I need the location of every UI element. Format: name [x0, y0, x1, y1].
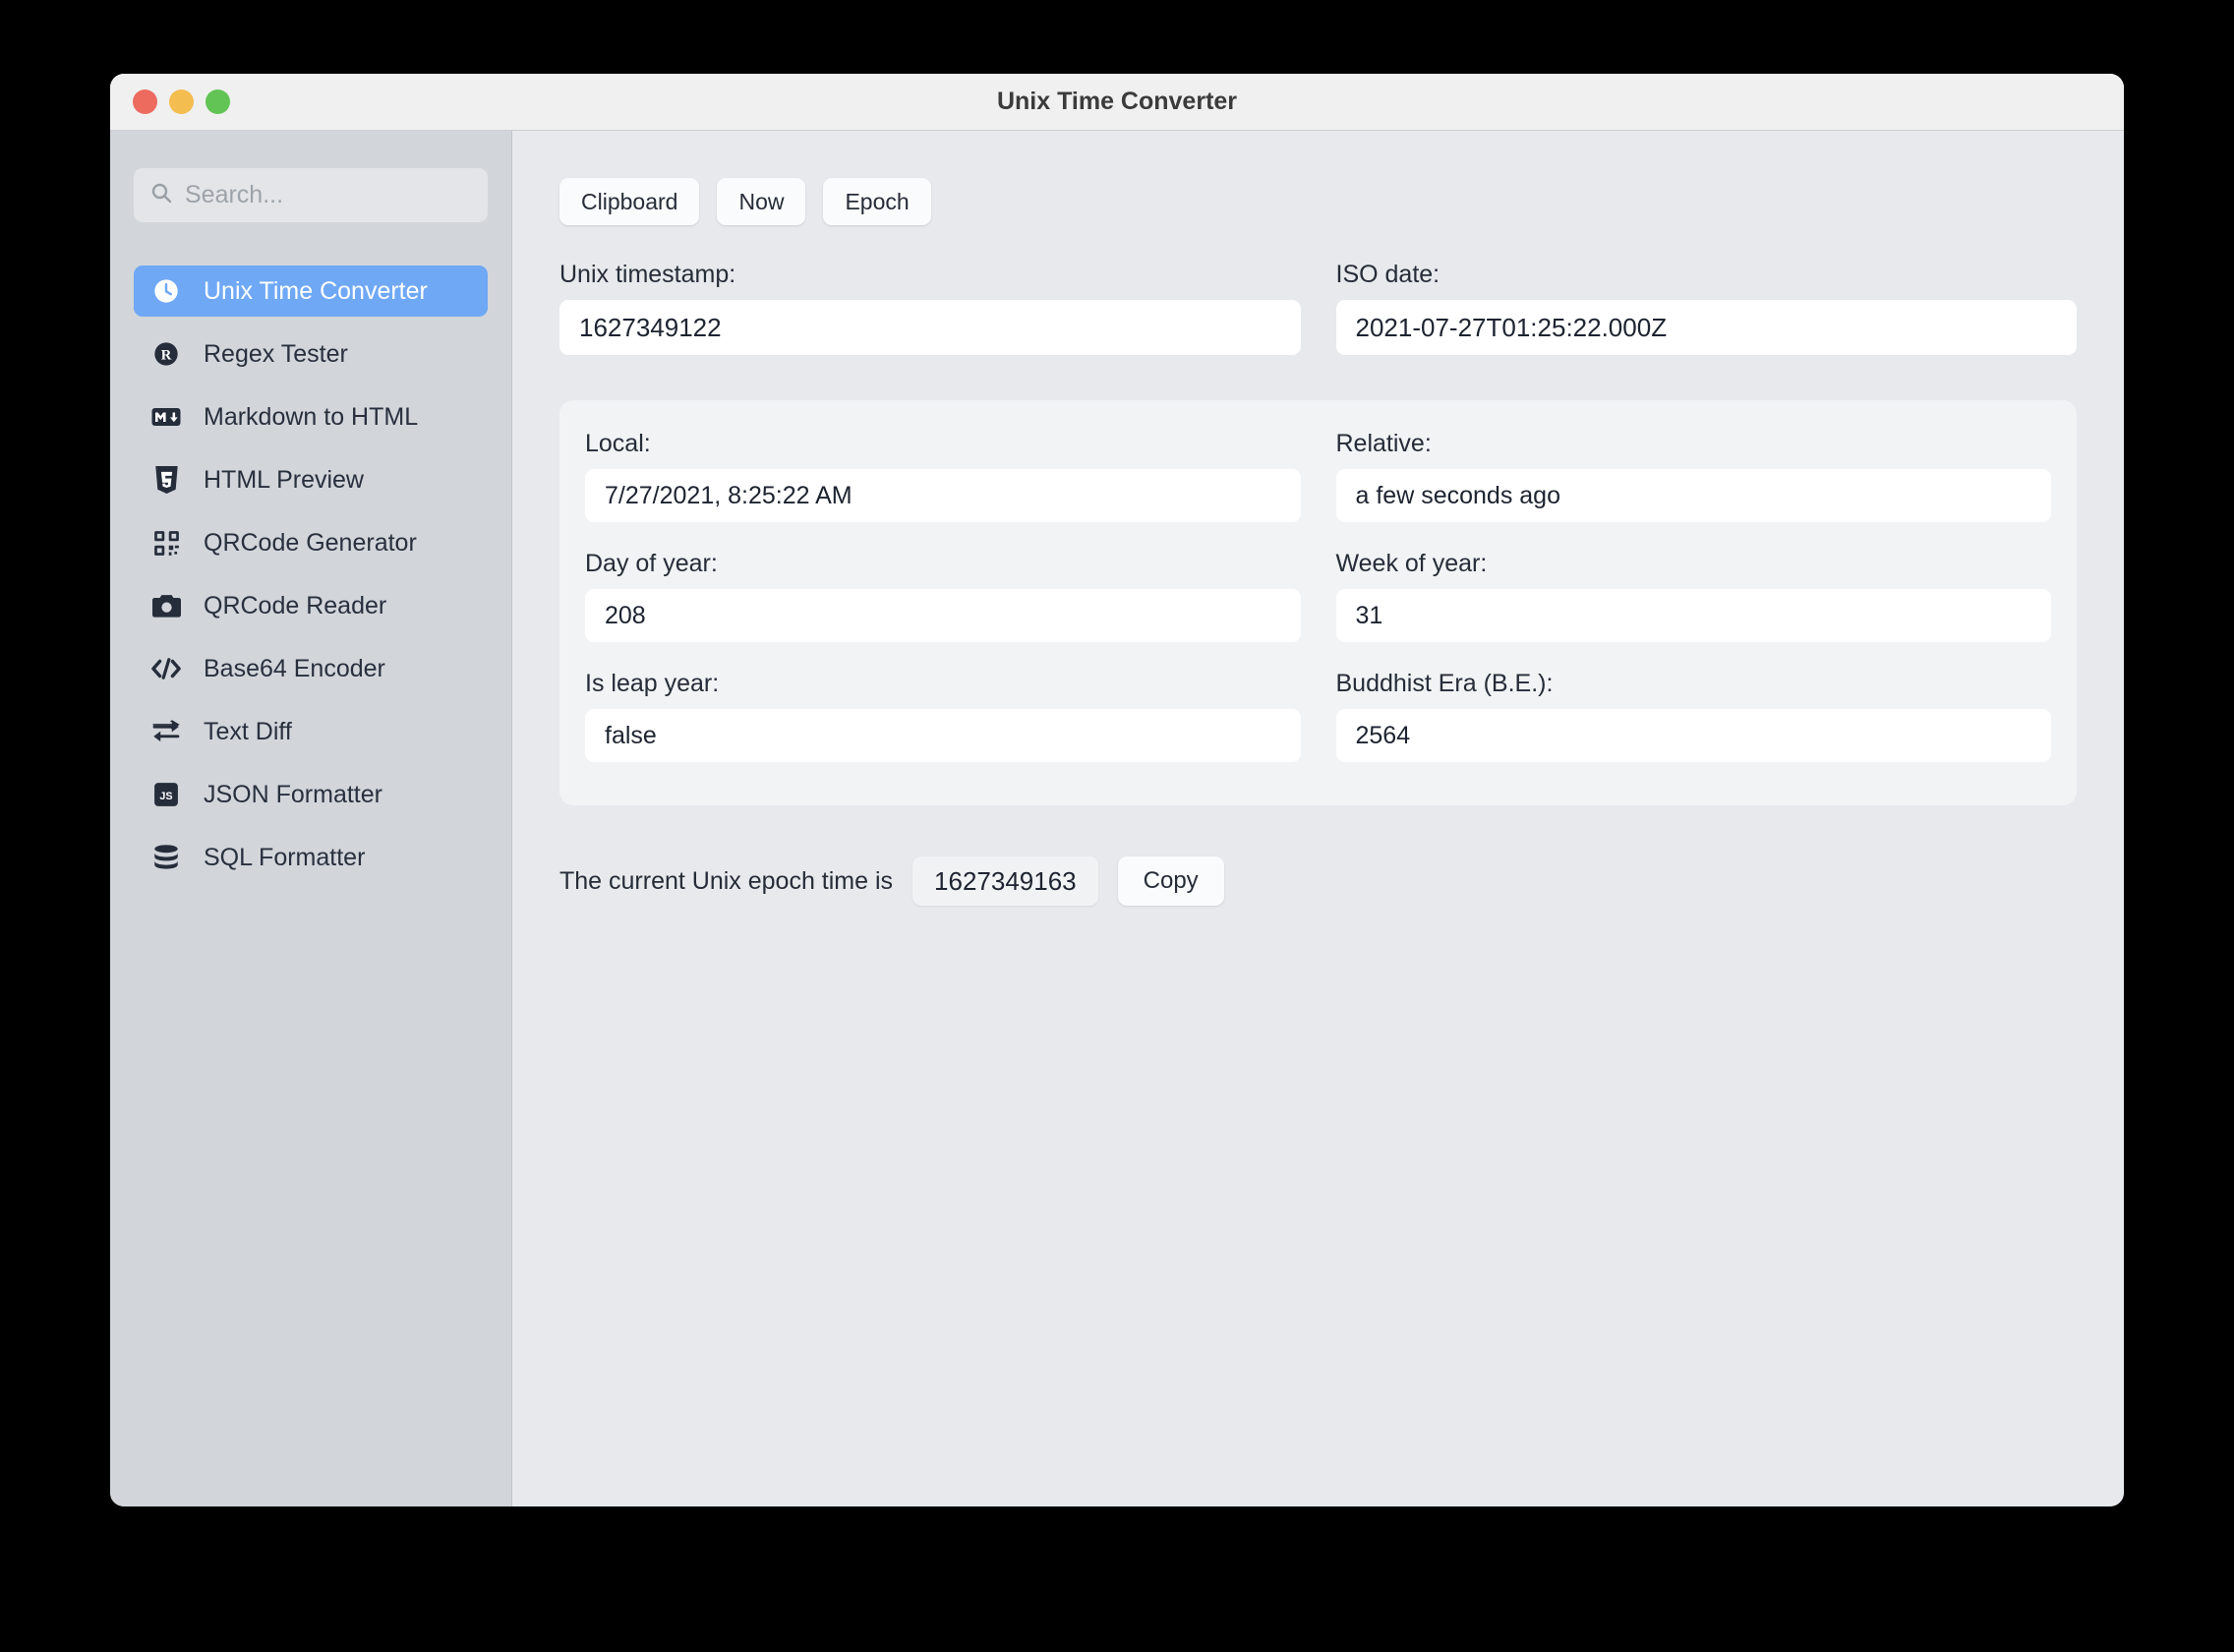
search-input[interactable] — [185, 181, 472, 209]
iso-date-input[interactable] — [1335, 300, 2077, 355]
relative-label: Relative: — [1335, 430, 1432, 457]
now-button[interactable]: Now — [717, 178, 806, 225]
sidebar-item-text-diff[interactable]: Text Diff — [134, 706, 488, 757]
week-of-year-label: Week of year: — [1335, 550, 1488, 577]
local-label: Local: — [585, 430, 651, 457]
copy-button[interactable]: Copy — [1117, 856, 1224, 906]
camera-icon — [151, 591, 181, 620]
leap-year-field: Is leap year: — [585, 670, 1301, 762]
sidebar-item-qrcode-reader[interactable]: QRCode Reader — [134, 580, 488, 631]
current-epoch-row: The current Unix epoch time is 162734916… — [559, 856, 2077, 906]
detail-panel: Local: Relative: Day of year: Week of ye — [559, 400, 2077, 805]
iso-date-label: ISO date: — [1335, 261, 1440, 288]
week-of-year-value — [1335, 589, 2051, 642]
day-of-year-label: Day of year: — [585, 550, 718, 577]
sidebar-item-markdown-to-html[interactable]: Markdown to HTML — [134, 391, 488, 442]
buddhist-era-field: Buddhist Era (B.E.): — [1335, 670, 2051, 762]
code-brackets-icon — [151, 654, 181, 683]
window-body: Unix Time Converter R Regex Tester — [110, 131, 2124, 1506]
unix-timestamp-input[interactable] — [559, 300, 1301, 355]
local-value — [585, 469, 1301, 522]
sidebar: Unix Time Converter R Regex Tester — [110, 131, 512, 1506]
buddhist-era-label: Buddhist Era (B.E.): — [1335, 670, 1554, 697]
sidebar-item-label: QRCode Generator — [204, 528, 417, 557]
sidebar-item-qrcode-generator[interactable]: QRCode Generator — [134, 517, 488, 568]
iso-date-field: ISO date: — [1335, 261, 2077, 355]
day-of-year-field: Day of year: — [585, 550, 1301, 642]
sidebar-item-regex-tester[interactable]: R Regex Tester — [134, 328, 488, 380]
sidebar-item-label: Base64 Encoder — [204, 654, 385, 682]
main-content: Clipboard Now Epoch Unix timestamp: ISO … — [512, 131, 2124, 1506]
sidebar-item-unix-time-converter[interactable]: Unix Time Converter — [134, 266, 488, 317]
week-of-year-field: Week of year: — [1335, 550, 2051, 642]
relative-value — [1335, 469, 2051, 522]
sidebar-item-label: HTML Preview — [204, 465, 364, 494]
buddhist-era-value — [1335, 709, 2051, 762]
sidebar-item-html-preview[interactable]: HTML Preview — [134, 454, 488, 505]
toolbar: Clipboard Now Epoch — [559, 178, 2077, 225]
markdown-icon — [151, 402, 181, 432]
local-field: Local: — [585, 430, 1301, 522]
sidebar-item-sql-formatter[interactable]: SQL Formatter — [134, 832, 488, 883]
sidebar-item-label: JSON Formatter — [204, 780, 382, 808]
regex-circle-icon: R — [151, 339, 181, 369]
sidebar-item-label: Unix Time Converter — [204, 276, 428, 305]
window-title: Unix Time Converter — [996, 88, 1238, 115]
epoch-button[interactable]: Epoch — [823, 178, 931, 225]
app-window: Unix Time Converter Search... Unix Time … — [110, 74, 2124, 1506]
sidebar-item-label: Regex Tester — [204, 339, 348, 368]
leap-year-value — [585, 709, 1301, 762]
detail-row-local-relative: Local: Relative: — [585, 430, 2051, 522]
sidebar-item-label: SQL Formatter — [204, 843, 366, 871]
leap-year-label: Is leap year: — [585, 670, 720, 697]
database-icon — [151, 843, 181, 872]
day-of-year-value — [585, 589, 1301, 642]
relative-field: Relative: — [1335, 430, 2051, 522]
html5-icon — [151, 465, 181, 495]
unix-timestamp-label: Unix timestamp: — [559, 261, 736, 288]
sidebar-nav: Unix Time Converter R Regex Tester Markd… — [110, 266, 511, 883]
detail-row-leap-buddhist: Is leap year: Buddhist Era (B.E.): — [585, 670, 2051, 762]
svg-text:JS: JS — [159, 791, 172, 802]
unix-timestamp-field: Unix timestamp: — [559, 261, 1301, 355]
exchange-arrows-icon — [151, 717, 181, 746]
search-field-wrapper[interactable] — [134, 168, 488, 222]
search-icon — [149, 181, 173, 209]
clock-icon — [151, 276, 181, 306]
title-bar: Unix Time Converter — [110, 74, 2124, 131]
current-epoch-value[interactable]: 1627349163 — [912, 856, 1098, 906]
clipboard-button[interactable]: Clipboard — [559, 178, 700, 225]
sidebar-item-label: Text Diff — [204, 717, 292, 745]
sidebar-item-label: Markdown to HTML — [204, 402, 419, 431]
sidebar-item-base64-encoder[interactable]: Base64 Encoder — [134, 643, 488, 694]
qrcode-icon — [151, 528, 181, 558]
sidebar-item-json-formatter[interactable]: JS JSON Formatter — [134, 769, 488, 820]
primary-fields: Unix timestamp: ISO date: — [559, 261, 2077, 355]
js-badge-icon: JS — [151, 780, 181, 809]
detail-row-day-week: Day of year: Week of year: — [585, 550, 2051, 642]
current-epoch-label: The current Unix epoch time is — [559, 866, 894, 895]
sidebar-item-label: QRCode Reader — [204, 591, 387, 620]
svg-text:R: R — [161, 347, 172, 363]
